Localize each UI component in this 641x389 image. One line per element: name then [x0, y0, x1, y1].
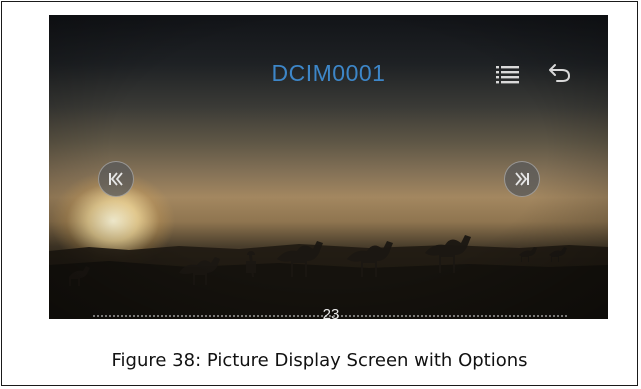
skip-previous-icon: [109, 172, 123, 186]
figure-frame: DCIM0001 23 Figure 38: Picture Display S…: [1, 1, 638, 386]
back-button[interactable]: [546, 59, 574, 87]
figure-caption: Figure 38: Picture Display Screen with O…: [111, 349, 528, 371]
picture-display-screen: DCIM0001 23: [49, 15, 608, 319]
list-icon: [496, 66, 519, 84]
back-arrow-icon: [549, 64, 571, 82]
skip-next-icon: [515, 172, 529, 186]
picture-counter: 23: [322, 306, 340, 319]
picture-title: DCIM0001: [271, 60, 386, 86]
list-button[interactable]: [495, 62, 521, 86]
next-picture-button[interactable]: [504, 161, 540, 197]
previous-picture-button[interactable]: [98, 161, 134, 197]
